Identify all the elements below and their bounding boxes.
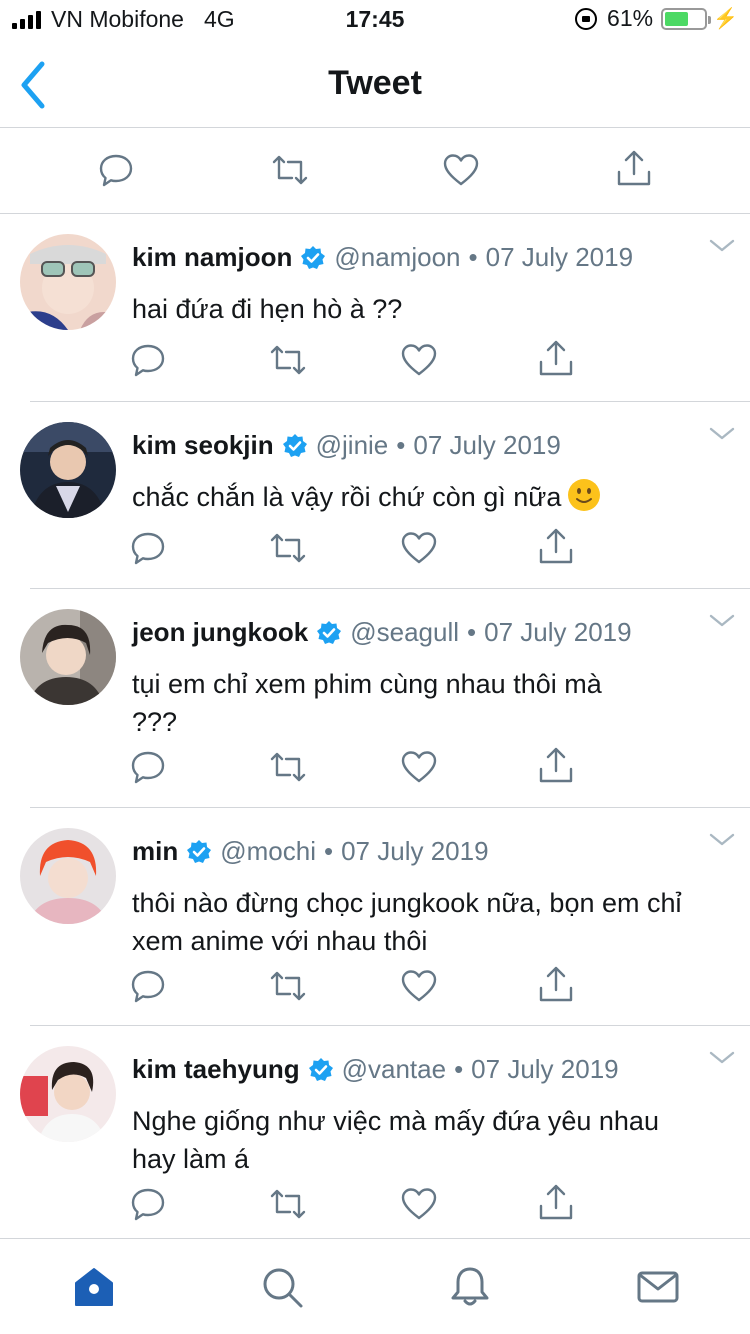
tweet-date: 07 July 2019	[484, 617, 632, 647]
user-name[interactable]: jeon jungkook	[132, 617, 308, 648]
page-title: Tweet	[328, 64, 422, 102]
reply-text: hai đứa đi hẹn hò à ??	[132, 294, 403, 324]
separator-dot: •	[396, 430, 406, 460]
reply-text: thôi nào đừng chọc jungkook nữa, bọn em …	[132, 888, 682, 956]
share-icon[interactable]	[536, 526, 576, 566]
reply-tweet[interactable]: kim namjoon @namjoon • 07 July 2019 hai …	[0, 214, 750, 402]
chevron-down-icon[interactable]	[708, 832, 736, 848]
reply-icon[interactable]	[128, 747, 168, 787]
tweet-date: 07 July 2019	[341, 836, 489, 866]
notifications-bell-icon[interactable]	[448, 1265, 492, 1309]
like-heart-icon[interactable]	[399, 340, 439, 380]
verified-badge-icon	[301, 245, 326, 269]
bottom-tab-bar	[0, 1238, 750, 1334]
like-heart-icon[interactable]	[399, 528, 439, 568]
reply-header: jeon jungkook @seagull • 07 July 2019	[132, 617, 632, 648]
retweet-icon[interactable]	[270, 150, 310, 190]
reply-header: kim namjoon @namjoon • 07 July 2019	[132, 242, 633, 273]
like-heart-icon[interactable]	[399, 1184, 439, 1224]
share-icon[interactable]	[614, 148, 654, 188]
reply-icon[interactable]	[96, 150, 136, 190]
user-name[interactable]: kim namjoon	[132, 242, 292, 273]
reply-header: min @mochi • 07 July 2019	[132, 836, 489, 867]
reply-tweet[interactable]: min @mochi • 07 July 2019 thôi nào đừng …	[0, 808, 750, 1026]
reply-text-wrap: chắc chắn là vậy rồi chứ còn gì nữa	[132, 478, 732, 516]
status-bar: VN Mobifone 4G 17:45 61% ⚡	[0, 0, 750, 40]
reply-header: kim seokjin @jinie • 07 July 2019	[132, 430, 561, 461]
reply-tweet[interactable]: kim seokjin @jinie • 07 July 2019 chắc c…	[0, 402, 750, 589]
verified-badge-icon	[187, 839, 212, 863]
charging-bolt-icon: ⚡	[713, 8, 738, 30]
avatar[interactable]	[20, 609, 116, 705]
user-handle[interactable]: @jinie	[316, 430, 389, 461]
battery-icon	[661, 7, 712, 30]
reply-text: tụi em chỉ xem phim cùng nhau thôi mà ??…	[132, 669, 602, 737]
battery-level	[665, 11, 689, 26]
share-icon[interactable]	[536, 745, 576, 785]
like-heart-icon[interactable]	[441, 150, 481, 190]
chevron-down-icon[interactable]	[708, 238, 736, 254]
user-handle[interactable]: @namjoon	[334, 242, 460, 273]
tweet-date: 07 July 2019	[485, 242, 634, 272]
user-name[interactable]: kim seokjin	[132, 430, 274, 461]
separator-dot: •	[323, 836, 334, 866]
like-heart-icon[interactable]	[399, 747, 439, 787]
navigation-header: Tweet	[0, 40, 750, 128]
reply-icon[interactable]	[128, 340, 168, 380]
chevron-down-icon[interactable]	[708, 613, 736, 629]
chevron-down-icon[interactable]	[708, 426, 736, 442]
user-name[interactable]: min	[132, 836, 178, 867]
reply-icon[interactable]	[128, 1184, 168, 1224]
reply-icon[interactable]	[128, 528, 168, 568]
battery-percent: 61%	[607, 5, 654, 31]
share-icon[interactable]	[536, 964, 576, 1004]
home-icon[interactable]	[72, 1265, 116, 1309]
user-handle[interactable]: @seagull	[350, 617, 459, 648]
tweet-date: 07 July 2019	[471, 1054, 619, 1084]
verified-badge-icon	[308, 1057, 333, 1081]
avatar[interactable]	[20, 828, 116, 924]
retweet-icon[interactable]	[268, 966, 308, 1006]
separator-dot: •	[454, 1054, 464, 1084]
reply-tweet[interactable]: kim taehyung @vantae • 07 July 2019 Nghe…	[0, 1026, 750, 1238]
messages-envelope-icon[interactable]	[636, 1265, 680, 1309]
verified-badge-icon	[282, 433, 307, 457]
avatar[interactable]	[20, 422, 116, 518]
reply-header: kim taehyung @vantae • 07 July 2019	[132, 1054, 619, 1085]
status-right: 61% ⚡	[575, 5, 738, 32]
reply-text: chắc chắn là vậy rồi chứ còn gì nữa	[132, 482, 562, 512]
user-handle[interactable]: @vantae	[342, 1054, 446, 1085]
avatar[interactable]	[20, 234, 116, 330]
user-handle[interactable]: @mochi	[220, 836, 316, 867]
separator-dot: •	[468, 242, 478, 272]
verified-badge-icon	[317, 620, 342, 644]
separator-dot: •	[467, 617, 477, 647]
search-icon[interactable]	[260, 1265, 304, 1309]
share-icon[interactable]	[536, 338, 576, 378]
tweet-action-bar	[0, 128, 750, 214]
avatar[interactable]	[20, 1046, 116, 1142]
reply-text: Nghe giống như việc mà mấy đứa yêu nhau …	[132, 1106, 659, 1174]
retweet-icon[interactable]	[268, 340, 308, 380]
retweet-icon[interactable]	[268, 528, 308, 568]
slightly-smiling-face-icon	[568, 479, 601, 511]
share-icon[interactable]	[536, 1182, 576, 1222]
orientation-lock-icon	[575, 7, 598, 30]
reply-tweet[interactable]: jeon jungkook @seagull • 07 July 2019 tụ…	[0, 589, 750, 808]
user-name[interactable]: kim taehyung	[132, 1054, 300, 1085]
chevron-down-icon[interactable]	[708, 1050, 736, 1066]
retweet-icon[interactable]	[268, 747, 308, 787]
tweet-date: 07 July 2019	[413, 430, 561, 460]
like-heart-icon[interactable]	[399, 966, 439, 1006]
retweet-icon[interactable]	[268, 1184, 308, 1224]
reply-icon[interactable]	[128, 966, 168, 1006]
